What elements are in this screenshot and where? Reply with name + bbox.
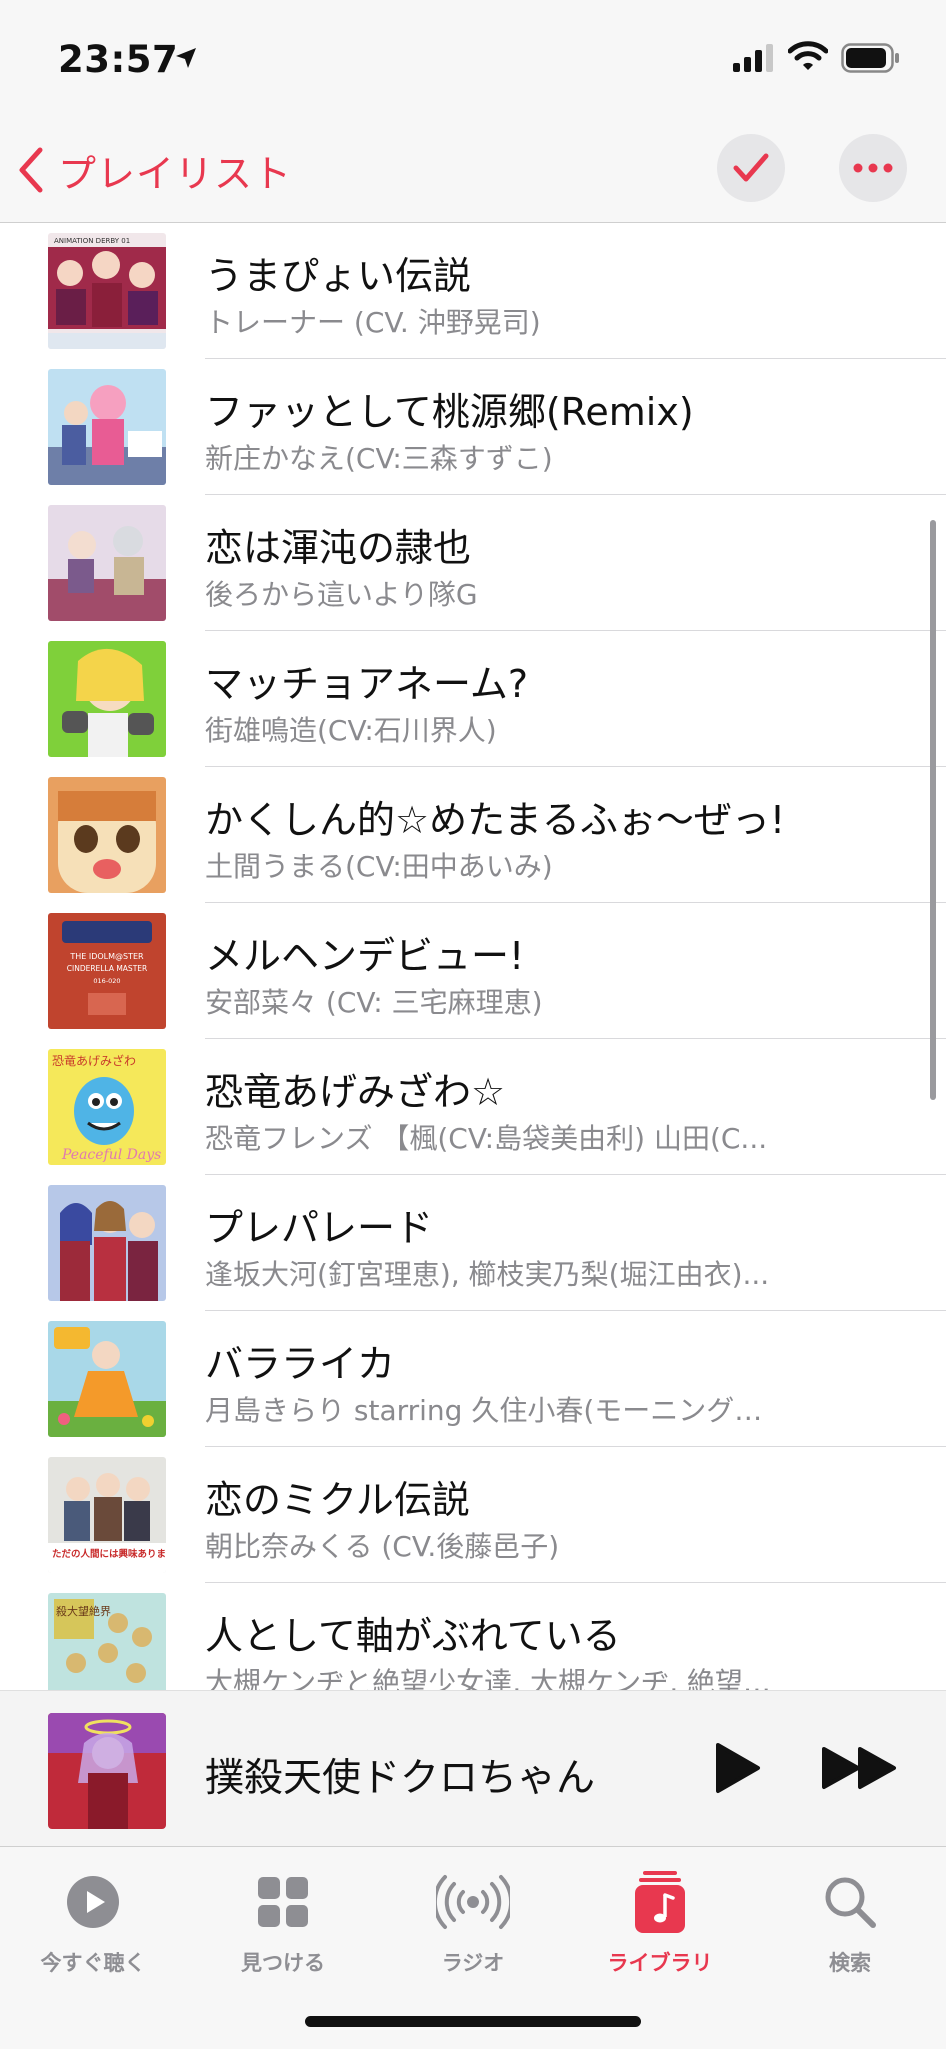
track-row[interactable]: 恋は渾沌の隷也 後ろから這いより隊G <box>0 495 946 631</box>
track-row[interactable]: ANIMATION DERBY 01 うまぴょい伝説 トレーナー (CV. 沖野… <box>0 223 946 359</box>
track-row[interactable]: 殺大望絶界 人として軸がぶれている 大槻ケンヂと絶望少女達, 大槻ケンヂ, 絶望… <box>0 1583 946 1690</box>
track-title: かくしん的☆めたまるふぉ〜ぜっ! <box>205 798 786 842</box>
tab-label: 見つける <box>241 1951 325 1975</box>
chevron-left-icon <box>19 147 43 193</box>
album-artwork <box>48 1185 166 1301</box>
track-list[interactable]: ANIMATION DERBY 01 うまぴょい伝説 トレーナー (CV. 沖野… <box>0 223 946 1690</box>
music-library-icon <box>635 1871 685 1933</box>
track-title: バラライカ <box>205 1342 396 1386</box>
track-artist: 土間うまる(CV:田中あいみ) <box>205 850 553 883</box>
track-artist: 安部菜々 (CV: 三宅麻理恵) <box>205 986 543 1019</box>
tab-label: ラジオ <box>441 1951 505 1975</box>
home-indicator[interactable] <box>305 2016 641 2027</box>
now-playing-title: 撲殺天使ドクロちゃん <box>205 1756 596 1801</box>
done-button[interactable] <box>717 134 785 202</box>
track-title: 恐竜あげみざわ☆ <box>205 1070 506 1114</box>
track-artist: 逢坂大河(釘宮理恵), 櫛枝実乃梨(堀江由衣)... <box>205 1258 770 1291</box>
track-title: うまぴょい伝説 <box>205 254 472 298</box>
more-button[interactable] <box>839 134 907 202</box>
track-title: 人として軸がぶれている <box>205 1614 621 1658</box>
location-arrow-icon <box>176 48 196 68</box>
artwork-caption: ただの人間には興味ありません!! <box>52 1548 166 1560</box>
back-label: プレイリスト <box>58 151 293 196</box>
album-artwork <box>48 777 166 893</box>
artwork-caption: 016-020 <box>93 977 120 985</box>
track-title: 恋のミクル伝説 <box>205 1478 470 1522</box>
track-row[interactable]: バラライカ 月島きらり starring 久住小春(モーニング… <box>0 1311 946 1447</box>
track-artist: 新庄かなえ(CV:三森すずこ) <box>205 442 553 475</box>
track-artist: 朝比奈みくる (CV.後藤邑子) <box>205 1530 560 1563</box>
track-row[interactable]: マッチョアネーム? 街雄鳴造(CV:石川界人) <box>0 631 946 767</box>
search-icon <box>825 1877 876 1928</box>
scroll-indicator[interactable] <box>930 520 936 1100</box>
album-artwork: THE IDOLM@STER CINDERELLA MASTER 016-020 <box>48 913 166 1029</box>
track-row[interactable]: THE IDOLM@STER CINDERELLA MASTER 016-020… <box>0 903 946 1039</box>
artwork-caption: THE IDOLM@STER <box>69 952 144 961</box>
track-title: プレパレード <box>205 1206 434 1250</box>
radio-icon <box>436 1875 510 1929</box>
album-artwork: 恐竜あげみざわ Peaceful Days <box>48 1049 166 1165</box>
fast-forward-button[interactable] <box>820 1745 900 1791</box>
wifi-icon <box>788 41 828 70</box>
track-title: ファッとして桃源郷(Remix) <box>205 390 694 434</box>
checkmark-icon <box>733 153 769 182</box>
ellipsis-icon <box>853 163 893 173</box>
tab-search[interactable]: 検索 <box>760 1867 940 1977</box>
tab-label: ライブラリ <box>607 1951 713 1975</box>
status-bar: 23:57 <box>0 0 946 120</box>
track-title: メルヘンデビュー! <box>205 934 525 978</box>
track-row[interactable]: 恐竜あげみざわ Peaceful Days 恐竜あげみざわ☆ 恐竜フレンズ 【楓… <box>0 1039 946 1175</box>
cellular-signal-icon <box>733 44 773 72</box>
track-artist: 後ろから這いより隊G <box>205 578 478 611</box>
navigation-bar: プレイリスト <box>0 120 946 223</box>
play-button[interactable] <box>712 1741 762 1795</box>
tab-radio[interactable]: ラジオ <box>383 1867 563 1977</box>
track-row[interactable]: プレパレード 逢坂大河(釘宮理恵), 櫛枝実乃梨(堀江由衣)... <box>0 1175 946 1311</box>
back-button[interactable]: プレイリスト <box>18 140 292 200</box>
album-artwork <box>48 641 166 757</box>
tab-label: 検索 <box>829 1951 871 1975</box>
album-artwork <box>48 1321 166 1437</box>
track-row[interactable]: ファッとして桃源郷(Remix) 新庄かなえ(CV:三森すずこ) <box>0 359 946 495</box>
grid-icon <box>258 1877 308 1927</box>
track-row[interactable]: かくしん的☆めたまるふぉ〜ぜっ! 土間うまる(CV:田中あいみ) <box>0 767 946 903</box>
artwork-caption: 恐竜あげみざわ <box>52 1053 136 1068</box>
play-circle-icon <box>67 1876 119 1928</box>
tab-library[interactable]: ライブラリ <box>570 1867 750 1977</box>
track-title: マッチョアネーム? <box>205 662 529 706</box>
tab-label: 今すぐ聴く <box>40 1951 146 1975</box>
album-artwork: ANIMATION DERBY 01 <box>48 233 166 349</box>
track-row[interactable]: ただの人間には興味ありません!! 恋のミクル伝説 朝比奈みくる (CV.後藤邑子… <box>0 1447 946 1583</box>
album-artwork: 殺大望絶界 <box>48 1593 166 1690</box>
album-artwork: ただの人間には興味ありません!! <box>48 1457 166 1573</box>
artwork-caption: ANIMATION DERBY 01 <box>54 237 130 245</box>
track-artist: 大槻ケンヂと絶望少女達, 大槻ケンヂ, 絶望… <box>205 1666 771 1690</box>
album-artwork <box>48 369 166 485</box>
track-title: 恋は渾沌の隷也 <box>205 526 472 570</box>
status-time: 23:57 <box>58 38 179 81</box>
album-artwork <box>48 505 166 621</box>
artwork-caption: 殺大望絶界 <box>56 1604 111 1618</box>
track-artist: 恐竜フレンズ 【楓(CV:島袋美由利) 山田(C... <box>205 1122 768 1155</box>
artwork-caption: CINDERELLA MASTER <box>67 964 147 973</box>
tab-browse[interactable]: 見つける <box>193 1867 373 1977</box>
track-artist: 街雄鳴造(CV:石川界人) <box>205 714 497 747</box>
now-playing-artwork <box>48 1713 166 1829</box>
now-playing-bar[interactable]: 撲殺天使ドクロちゃん <box>0 1690 946 1847</box>
track-artist: トレーナー (CV. 沖野晃司) <box>205 306 541 339</box>
track-artist: 月島きらり starring 久住小春(モーニング… <box>205 1394 763 1427</box>
tab-listen-now[interactable]: 今すぐ聴く <box>3 1867 183 1977</box>
battery-icon <box>841 43 899 73</box>
artwork-caption: Peaceful Days <box>61 1147 161 1163</box>
